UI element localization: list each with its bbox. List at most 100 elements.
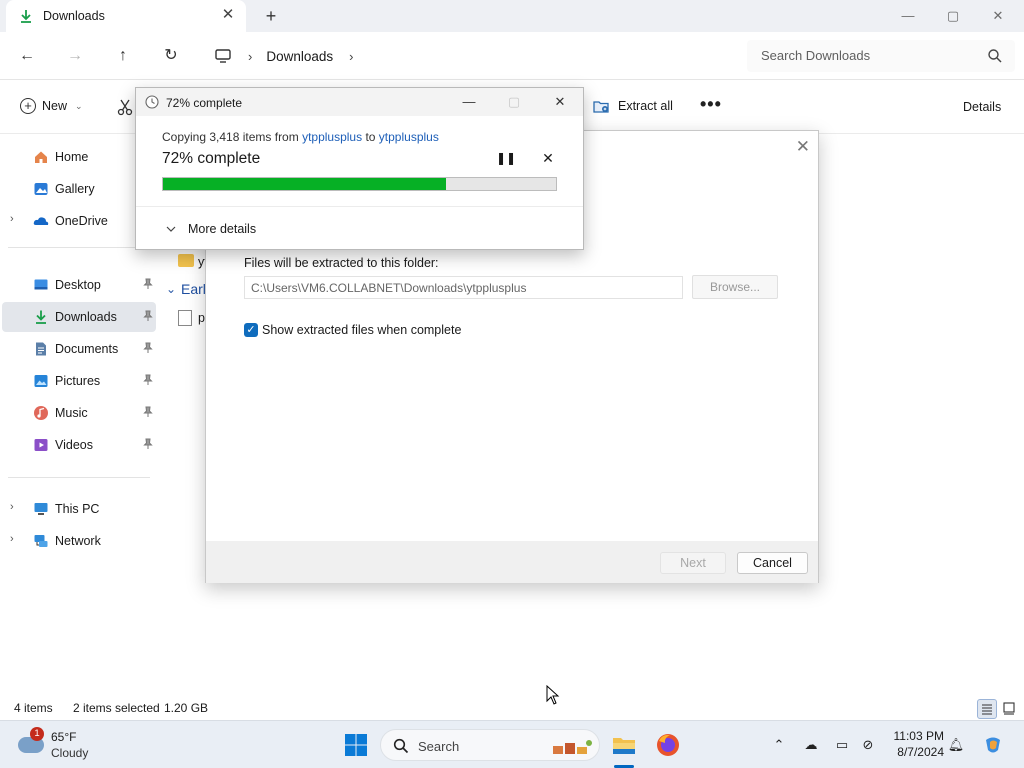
details-button[interactable]: Details	[963, 100, 1001, 114]
breadcrumb-chevron-icon[interactable]: ›	[349, 49, 353, 64]
sidebar-item-network[interactable]: › Network	[2, 526, 156, 556]
clock-time: 11:03 PM	[893, 729, 944, 743]
sidebar-item-label: Videos	[55, 438, 93, 452]
documents-icon	[36, 342, 46, 356]
sidebar-item-desktop[interactable]: Desktop	[2, 270, 156, 300]
sidebar-item-music[interactable]: Music	[2, 398, 156, 428]
weather-widget[interactable]: 1 65°F Cloudy	[14, 727, 104, 763]
chevron-down-icon	[166, 226, 176, 232]
list-view-icon	[982, 704, 992, 715]
notification-bell-icon[interactable]: 🔔︎	[946, 735, 966, 755]
breadcrumb-chevron-icon[interactable]: ›	[248, 49, 252, 64]
more-details-toggle[interactable]: More details	[166, 222, 256, 236]
close-button[interactable]: ✕	[975, 0, 1021, 32]
show-files-checkbox[interactable]: ✓	[244, 323, 258, 337]
cut-icon[interactable]	[116, 98, 134, 116]
destination-path-field[interactable]	[244, 276, 683, 299]
search-box[interactable]	[747, 40, 1015, 72]
taskbar-search-label: Search	[418, 739, 460, 754]
progress-title-bar: 72% complete — ▢ ✕	[136, 88, 583, 116]
group-header[interactable]: Earl	[181, 281, 206, 297]
next-button[interactable]: Next	[660, 552, 726, 574]
sidebar-item-videos[interactable]: Videos	[2, 430, 156, 460]
explorer-tab-bar: Downloads ✕ + — ▢ ✕	[0, 0, 1024, 32]
forward-icon[interactable]: →	[63, 44, 87, 68]
back-icon[interactable]: ←	[15, 44, 39, 68]
new-button[interactable]: + New ⌄	[20, 98, 83, 114]
progress-bar-fill	[163, 178, 446, 190]
gallery-icon	[34, 183, 48, 195]
tab-title: Downloads	[43, 9, 105, 23]
expand-chevron-icon[interactable]: ›	[10, 213, 14, 225]
new-label: New	[42, 99, 68, 113]
selection-count: 2 items selected	[73, 701, 160, 715]
windows-start-icon[interactable]	[344, 733, 368, 757]
browse-button[interactable]: Browse...	[692, 275, 778, 299]
show-files-label[interactable]: Show extracted files when complete	[262, 323, 461, 337]
tab-downloads[interactable]: Downloads ✕	[6, 0, 246, 32]
taskbar-search[interactable]: Search	[380, 729, 600, 761]
cancel-button[interactable]: Cancel	[737, 552, 808, 574]
pin-icon	[143, 342, 153, 353]
sidebar-item-documents[interactable]: Documents	[2, 334, 156, 364]
copilot-icon[interactable]	[982, 734, 1004, 756]
extract-all-button[interactable]: Extract all	[593, 98, 673, 114]
sidebar-item-home[interactable]: Home	[2, 142, 156, 172]
extract-folder-icon	[593, 101, 609, 113]
progress-close-button[interactable]: ✕	[546, 92, 574, 112]
show-hidden-icons-icon[interactable]: ⌃	[769, 735, 789, 755]
sidebar-item-downloads[interactable]: Downloads	[2, 302, 156, 332]
extract-all-label: Extract all	[618, 99, 673, 113]
sidebar-item-label: Music	[55, 406, 88, 420]
tiles-view-toggle[interactable]	[1000, 699, 1020, 719]
new-tab-button[interactable]: +	[262, 6, 280, 26]
firefox-icon[interactable]	[654, 731, 682, 759]
group-collapse-icon[interactable]: ⌄	[166, 282, 176, 296]
breadcrumb-downloads[interactable]: Downloads	[266, 49, 333, 64]
download-icon	[36, 310, 46, 324]
wizard-footer: Next Cancel	[206, 541, 818, 583]
destination-link[interactable]: ytpplusplus	[379, 130, 439, 144]
onedrive-cloud-icon	[33, 217, 49, 225]
download-icon	[21, 10, 31, 23]
maximize-button[interactable]: ▢	[930, 0, 976, 32]
sidebar-item-gallery[interactable]: Gallery	[2, 174, 156, 204]
stop-icon[interactable]: ✕	[540, 150, 556, 166]
minimize-button[interactable]: —	[885, 0, 931, 32]
folder-icon	[178, 254, 194, 267]
search-input[interactable]	[761, 48, 981, 63]
copy-progress-dialog: 72% complete — ▢ ✕ Copying 3,418 items f…	[135, 87, 584, 250]
refresh-icon[interactable]: ↻	[159, 44, 183, 68]
address-bar[interactable]: › Downloads ›	[203, 40, 736, 72]
sidebar-item-label: Downloads	[55, 310, 117, 324]
onedrive-sync-icon[interactable]: ☁	[801, 735, 821, 755]
sidebar-item-label: Gallery	[55, 182, 95, 196]
videos-icon	[34, 439, 48, 451]
file-name[interactable]: p	[198, 311, 205, 325]
search-highlight-icon	[553, 740, 592, 754]
expand-chevron-icon[interactable]: ›	[10, 533, 14, 545]
system-clock[interactable]: 11:03 PM 8/7/2024	[888, 728, 944, 760]
sidebar-item-label: OneDrive	[55, 214, 108, 228]
sidebar-item-onedrive[interactable]: › OneDrive	[2, 206, 156, 236]
status-bar: 4 items 2 items selected 1.20 GB	[0, 698, 1024, 720]
pin-icon	[143, 310, 153, 321]
wizard-close-icon[interactable]: ✕	[796, 137, 810, 157]
mouse-cursor-icon	[546, 685, 560, 705]
this-pc-icon	[34, 503, 48, 515]
progress-minimize-button[interactable]: —	[455, 92, 483, 112]
sidebar-item-this-pc[interactable]: › This PC	[2, 494, 156, 524]
pause-icon[interactable]: ❚❚	[496, 151, 516, 167]
volume-icon[interactable]: ⊘	[858, 735, 878, 755]
copy-description: Copying 3,418 items from ytpplusplus to …	[162, 130, 439, 144]
file-explorer-icon[interactable]	[610, 731, 638, 759]
expand-chevron-icon[interactable]: ›	[10, 501, 14, 513]
progress-maximize-button[interactable]: ▢	[500, 92, 528, 112]
up-icon[interactable]: ↑	[111, 44, 135, 68]
network-status-icon[interactable]: ▭	[832, 735, 852, 755]
tab-close-icon[interactable]: ✕	[220, 7, 236, 23]
more-options-icon[interactable]: •••	[700, 94, 722, 115]
source-link[interactable]: ytpplusplus	[302, 130, 362, 144]
details-view-toggle[interactable]	[977, 699, 997, 719]
sidebar-item-pictures[interactable]: Pictures	[2, 366, 156, 396]
